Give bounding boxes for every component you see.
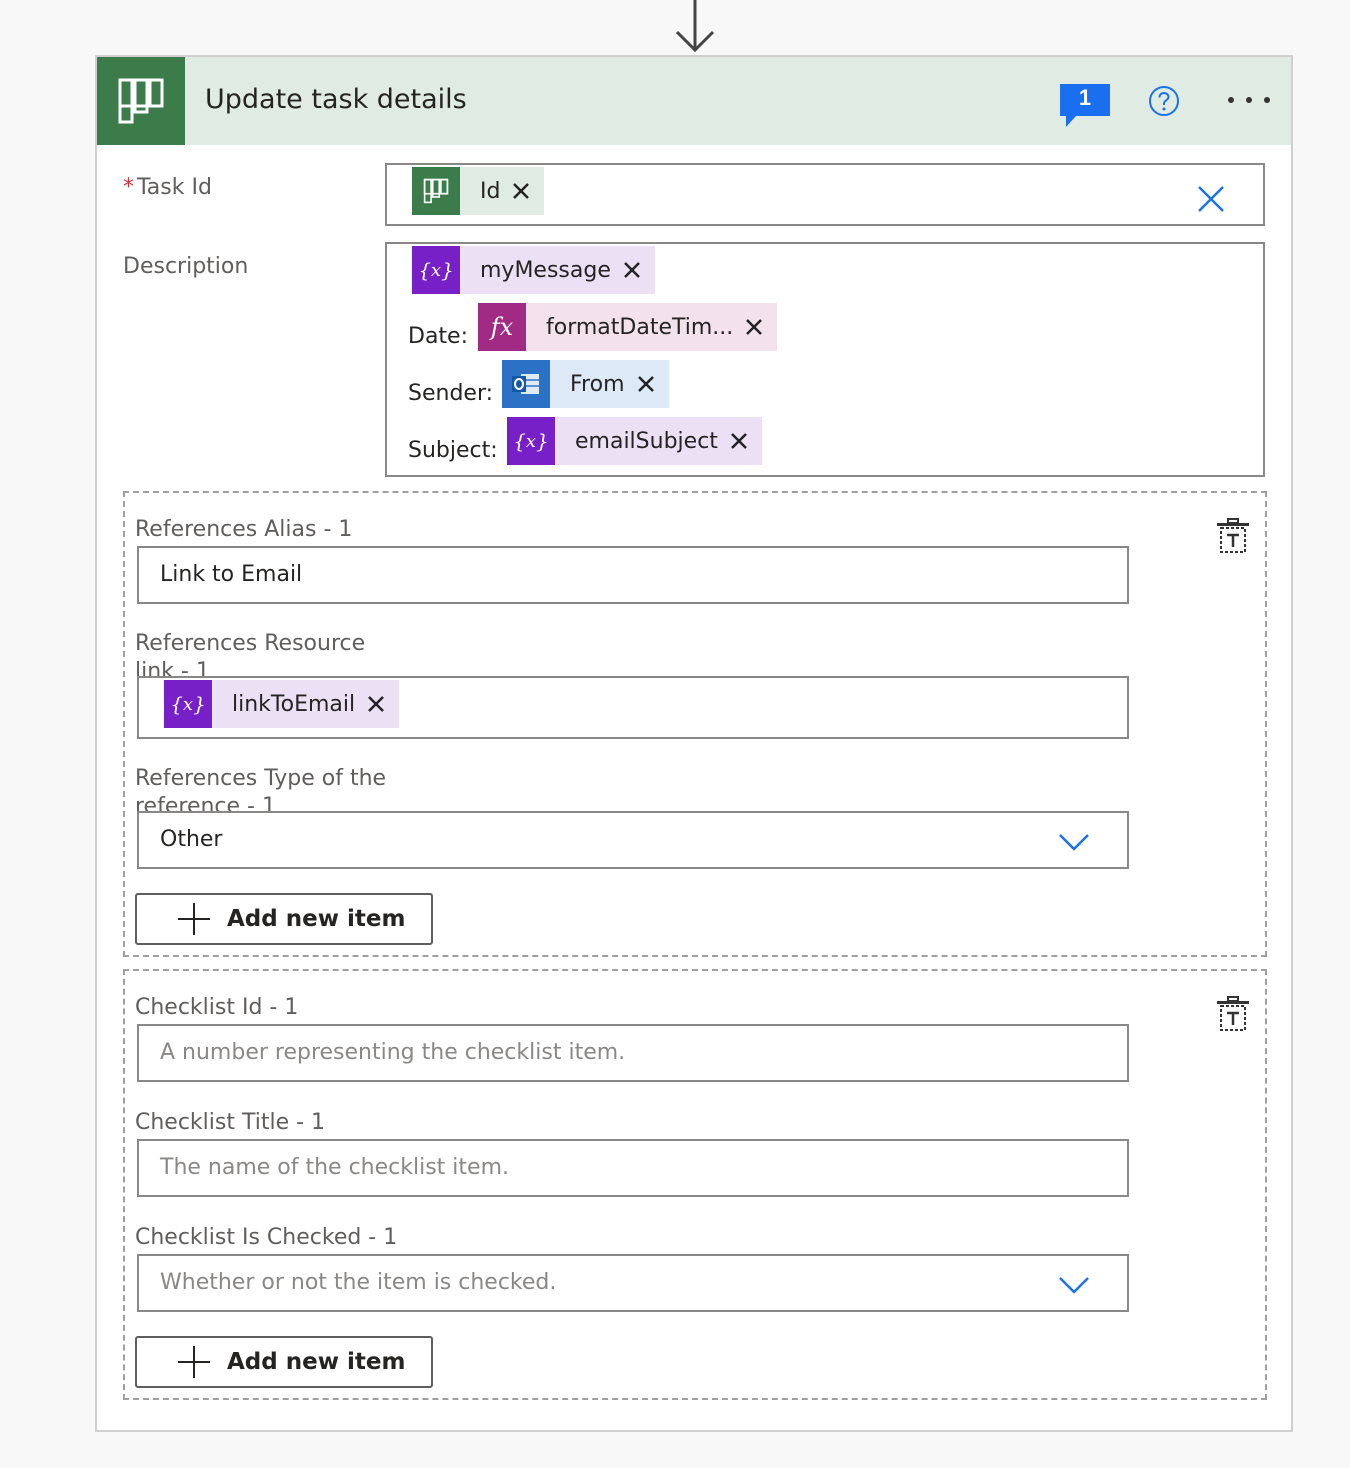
description-token-from[interactable]: From [502, 360, 669, 408]
clear-field-icon[interactable] [1197, 185, 1225, 213]
arrow-down-icon [675, 0, 715, 53]
plus-icon [178, 1346, 210, 1378]
delete-item-icon[interactable] [1215, 518, 1251, 554]
variable-icon: {x} [412, 246, 460, 294]
references-alias-input[interactable]: Link to Email [137, 546, 1129, 604]
checklist-checked-label: Checklist Is Checked - 1 [135, 1225, 398, 1250]
planner-icon [412, 167, 460, 215]
token-label: linkToEmail [232, 691, 356, 717]
chevron-down-icon[interactable] [1058, 832, 1090, 852]
remove-token-icon[interactable] [367, 695, 385, 713]
checklist-id-input[interactable]: A number representing the checklist item… [137, 1024, 1129, 1082]
description-token-formatdatetime[interactable]: fx formatDateTim... [478, 303, 778, 351]
comment-count: 1 [1078, 85, 1092, 110]
delete-item-icon[interactable] [1215, 996, 1251, 1032]
required-mark: * [123, 175, 134, 200]
outlook-icon [502, 360, 550, 408]
more-options-icon[interactable] [1224, 92, 1274, 108]
references-resource-label: References Resource link - 1 [135, 631, 366, 678]
remove-token-icon[interactable] [623, 261, 641, 279]
token-label: Id [480, 178, 501, 204]
references-token-linktoemail[interactable]: {x} linkToEmail [164, 680, 400, 728]
planner-icon [97, 57, 185, 145]
checklist-add-new-item-button[interactable]: Add new item [135, 1336, 433, 1388]
sender-text: Sender: [408, 381, 494, 406]
task-id-token[interactable]: Id [412, 167, 545, 215]
checklist-checked-dropdown[interactable]: Whether or not the item is checked. [137, 1254, 1129, 1312]
description-token-mymessage[interactable]: {x} myMessage [412, 246, 655, 294]
variable-icon: {x} [164, 680, 212, 728]
description-label: Description [123, 254, 249, 279]
expression-icon: fx [478, 303, 526, 351]
variable-icon: {x} [507, 417, 555, 465]
input-placeholder: The name of the checklist item. [160, 1155, 510, 1180]
subject-text: Subject: [408, 438, 498, 463]
button-label: Add new item [227, 906, 406, 932]
checklist-id-label: Checklist Id - 1 [135, 995, 299, 1020]
button-label: Add new item [227, 1349, 406, 1375]
remove-token-icon[interactable] [637, 375, 655, 393]
action-title[interactable]: Update task details [205, 84, 467, 115]
task-id-label: * Task Id [123, 175, 212, 200]
references-add-new-item-button[interactable]: Add new item [135, 893, 433, 945]
remove-token-icon[interactable] [730, 432, 748, 450]
input-placeholder: A number representing the checklist item… [160, 1040, 626, 1065]
dropdown-value: Other [160, 827, 223, 852]
token-label: From [570, 371, 625, 397]
date-text: Date: [408, 324, 468, 349]
references-type-dropdown[interactable]: Other [137, 811, 1129, 869]
references-alias-label: References Alias - 1 [135, 517, 353, 542]
token-label: myMessage [480, 257, 611, 283]
token-label: emailSubject [575, 428, 718, 454]
help-icon[interactable] [1148, 85, 1180, 117]
token-label: formatDateTim... [546, 314, 734, 340]
dropdown-placeholder: Whether or not the item is checked. [160, 1270, 557, 1295]
plus-icon [178, 903, 210, 935]
remove-token-icon[interactable] [745, 318, 763, 336]
chevron-down-icon[interactable] [1058, 1275, 1090, 1295]
comment-badge[interactable]: 1 [1060, 84, 1110, 129]
checklist-title-input[interactable]: The name of the checklist item. [137, 1139, 1129, 1197]
description-token-emailsubject[interactable]: {x} emailSubject [507, 417, 762, 465]
input-value: Link to Email [160, 562, 303, 587]
references-type-label: References Type of the reference - 1 [135, 766, 387, 813]
remove-token-icon[interactable] [512, 182, 530, 200]
task-id-label-text: Task Id [137, 175, 212, 200]
checklist-title-label: Checklist Title - 1 [135, 1110, 326, 1135]
